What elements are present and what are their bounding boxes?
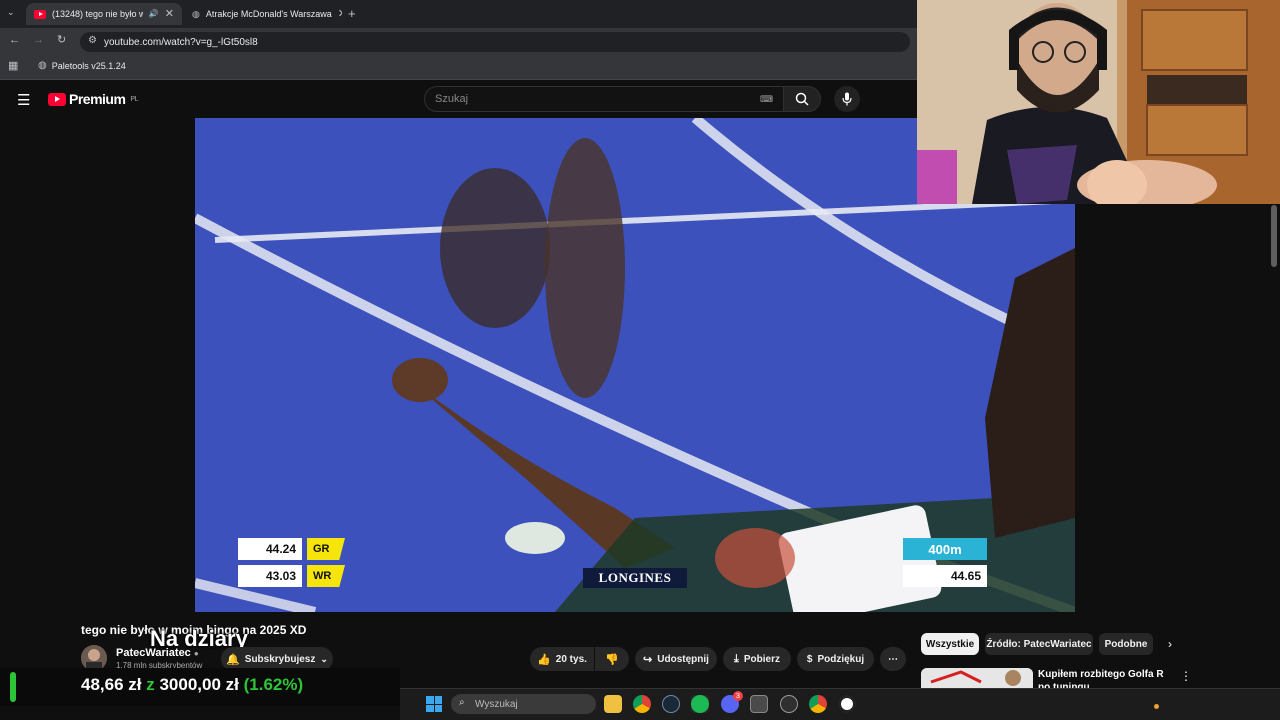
chip-similar[interactable]: Podobne [1099,633,1153,655]
related-title[interactable]: Kupiłem rozbitego Golfa R po tuningu [1038,668,1172,688]
tab-title: (13248) tego nie było w moim [52,9,143,19]
steam-icon[interactable] [662,695,680,713]
thanks-label: Podziękuj [817,653,865,665]
page-scrollbar[interactable] [1271,205,1277,267]
back-icon[interactable]: ← [9,35,20,46]
bookmarks-bar: ▦ ◍ Paletools v25.1.24 [0,56,917,80]
chevron-down-icon: ⌄ [320,653,328,664]
like-count: 20 tys. [555,653,587,665]
apps-grid-icon[interactable]: ▦ [8,61,18,72]
donation-current: 48,66 zł [81,675,142,694]
bookmark-paletools[interactable]: ◍ Paletools v25.1.24 [38,60,126,72]
download-label: Pobierz [743,653,780,665]
search-input[interactable]: Szukaj ⌨ [424,86,784,112]
channel-name-text: PatecWariatec [116,647,191,659]
donation-goal-text: 48,66 zł z 3000,00 zł (1.62%) [81,675,303,695]
score-time: 43.03 [238,565,302,587]
webcam-frame [917,0,1280,204]
thumbnail-image [921,668,1033,688]
related-thumbnail[interactable] [921,668,1033,688]
app-icon[interactable] [838,695,856,713]
like-button[interactable]: 👍 20 tys. [530,647,594,671]
chevron-right-icon[interactable]: › [1168,637,1172,651]
thanks-icon: $ [806,653,813,665]
chrome-icon[interactable] [633,695,651,713]
search-icon: ⌕ [459,697,465,708]
logo-region: PL [130,95,138,103]
taskbar-search-placeholder: Wyszukaj [475,698,518,710]
site-info-icon[interactable]: ⚙ [88,36,97,46]
new-tab-icon[interactable]: + [348,7,356,20]
tray-indicator-icon [1154,704,1159,709]
thanks-button[interactable]: $ Podziękuj [797,647,874,671]
verified-icon: ● [193,649,199,658]
chip-all[interactable]: Wszystkie [921,633,979,655]
discord-badge: 3 [733,691,743,701]
logo-text: Premium [69,91,126,107]
dislike-button[interactable]: 👎 [595,647,629,671]
search-button[interactable] [783,86,821,112]
spotify-icon[interactable] [691,695,709,713]
donation-separator: z [146,675,155,694]
webcam-overlay [917,0,1280,204]
tab-close-icon[interactable]: ✕ [338,8,342,20]
donation-percent: (1.62%) [243,675,304,694]
youtube-favicon-icon [34,9,46,19]
event-time: 44.65 [903,565,987,587]
bell-icon: 🔔 [226,653,240,666]
menu-icon[interactable]: ☰ [17,91,30,109]
download-button[interactable]: ⤓ Pobierz [723,647,791,671]
discord-icon[interactable]: 3 [721,691,743,713]
obs-icon[interactable] [780,695,798,713]
tab-youtube[interactable]: (13248) tego nie było w moim 🔊 ✕ [26,3,182,25]
tab-title: Atrakcje McDonald's Warszawa [205,9,332,19]
browser-tab-bar: ⌄ (13248) tego nie było w moim 🔊 ✕ ◍ Atr… [0,0,917,28]
url-field[interactable]: ⚙ youtube.com/watch?v=g_-lGt50sl8 [80,32,910,52]
donation-progress-bar [10,672,16,702]
search-placeholder: Szukaj [435,93,469,105]
chrome-alt-icon[interactable] [809,695,827,713]
youtube-logo[interactable]: Premium PL [48,91,138,107]
speaker-icon[interactable]: 🔊 [149,10,159,18]
microphone-icon [842,92,852,106]
chrome-profile-icon[interactable] [750,695,768,713]
tab-close-icon[interactable]: ✕ [165,8,174,20]
more-actions-button[interactable]: ⋯ [880,647,906,671]
forward-icon[interactable]: → [33,35,44,46]
more-icon: ⋯ [888,653,898,665]
windows-start-icon[interactable] [426,696,442,712]
share-icon: ↪ [643,653,653,666]
download-icon: ⤓ [734,652,739,665]
score-tag: GR [307,538,345,560]
keyboard-icon[interactable]: ⌨ [760,94,773,105]
score-time: 44.24 [238,538,302,560]
event-label: 400m [903,538,987,560]
sponsor-logo: LONGINES [583,568,687,588]
tab-search-icon[interactable]: ⌄ [7,8,15,17]
thumbs-down-icon: 👎 [605,653,619,666]
url-text: youtube.com/watch?v=g_-lGt50sl8 [104,36,258,48]
globe-icon: ◍ [38,60,47,71]
voice-search-button[interactable] [834,86,860,112]
tab-mcdonalds[interactable]: ◍ Atrakcje McDonald's Warszawa ✕ [184,3,342,25]
reload-icon[interactable]: ↻ [57,35,66,46]
donation-goal: 3000,00 zł [159,675,239,694]
share-button[interactable]: ↪ Udostępnij [635,647,717,671]
subscribe-label: Subskrybujesz [244,653,316,665]
bookmark-label: Paletools v25.1.24 [51,61,126,71]
file-explorer-icon[interactable] [604,695,622,713]
related-more-icon[interactable]: ⋮ [1180,669,1192,683]
score-tag: WR [307,565,345,587]
search-icon [795,92,809,106]
chip-source[interactable]: Źródło: PatecWariatec [985,633,1093,655]
thumbs-up-icon: 👍 [537,653,551,666]
share-label: Udostępnij [657,653,709,665]
youtube-play-icon [48,92,66,106]
channel-name[interactable]: PatecWariatec ● [116,647,199,659]
globe-icon: ◍ [192,8,200,19]
taskbar-search-input[interactable]: ⌕ Wyszukaj [451,694,596,714]
